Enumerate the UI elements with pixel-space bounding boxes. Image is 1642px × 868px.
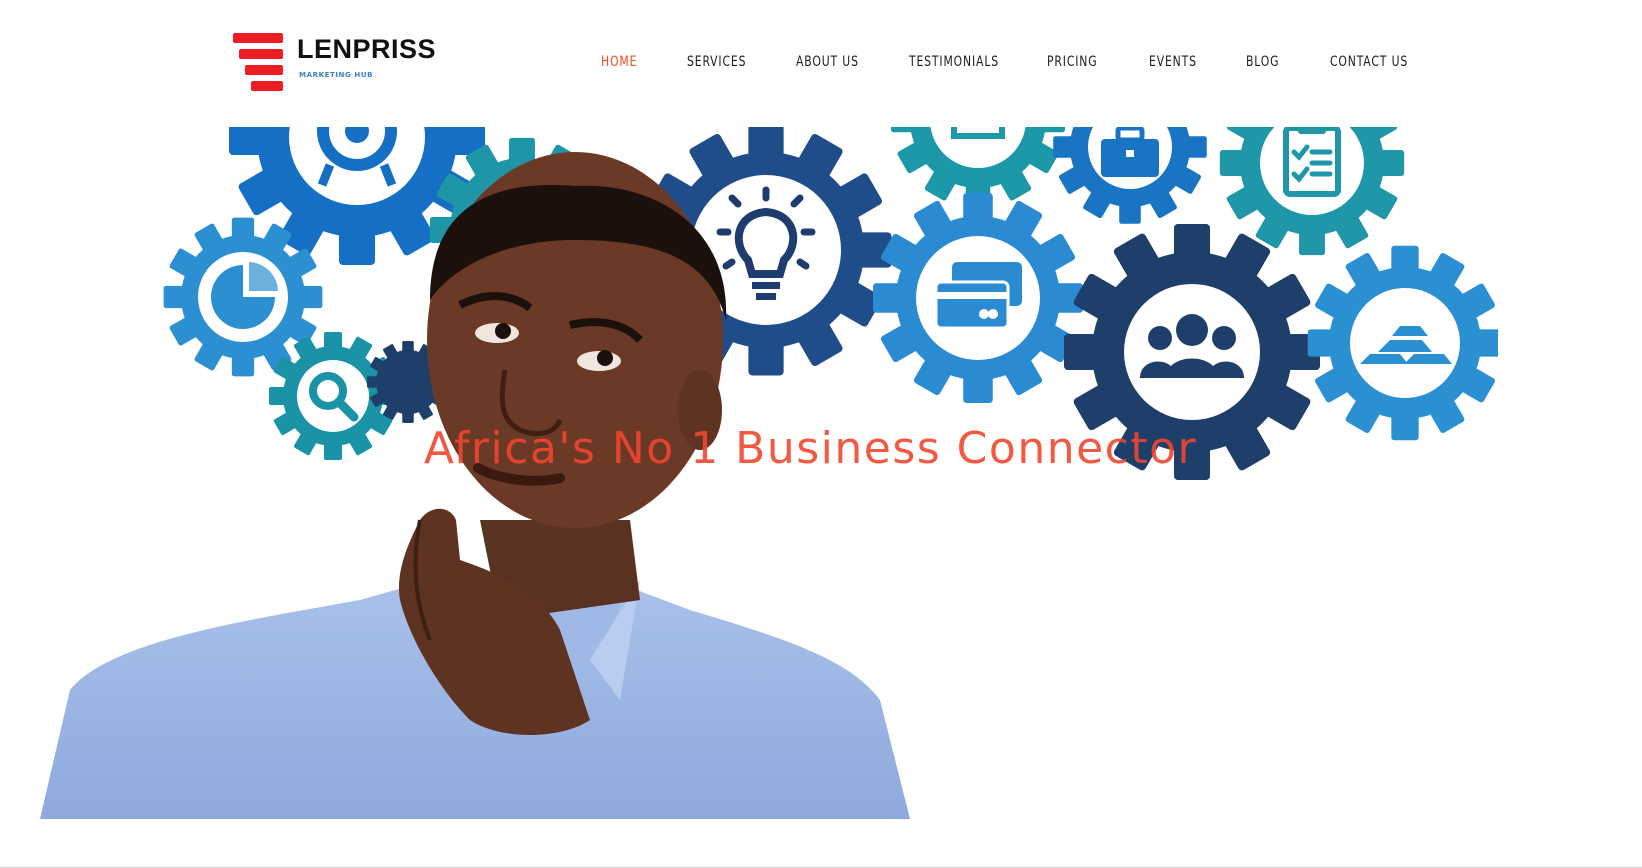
site-header: LENPRISS MARKETING HUB HOME SERVICES ABO…	[0, 0, 1642, 125]
nav-events[interactable]: EVENTS	[1149, 50, 1197, 74]
gear-credit-card	[873, 193, 1083, 403]
gear-gold-bars	[1307, 245, 1498, 441]
nav-about-us[interactable]: ABOUT US	[796, 50, 859, 74]
page: LENPRISS MARKETING HUB HOME SERVICES ABO…	[0, 0, 1642, 868]
gear-briefcase	[1053, 127, 1207, 224]
hero-title: Africa's No 1 Business Connector	[423, 423, 1198, 474]
main-nav: HOME SERVICES ABOUT US TESTIMONIALS PRIC…	[0, 50, 1642, 74]
nav-services[interactable]: SERVICES	[687, 50, 746, 74]
hero-banner: Africa's No 1 Business Connector	[38, 127, 1498, 819]
nav-pricing[interactable]: PRICING	[1047, 50, 1098, 74]
nav-blog[interactable]: BLOG	[1246, 50, 1279, 74]
nav-testimonials[interactable]: TESTIMONIALS	[909, 50, 999, 74]
nav-contact-us[interactable]: CONTACT US	[1330, 50, 1408, 74]
gear-checklist	[1219, 127, 1405, 256]
nav-home[interactable]: HOME	[601, 50, 637, 74]
